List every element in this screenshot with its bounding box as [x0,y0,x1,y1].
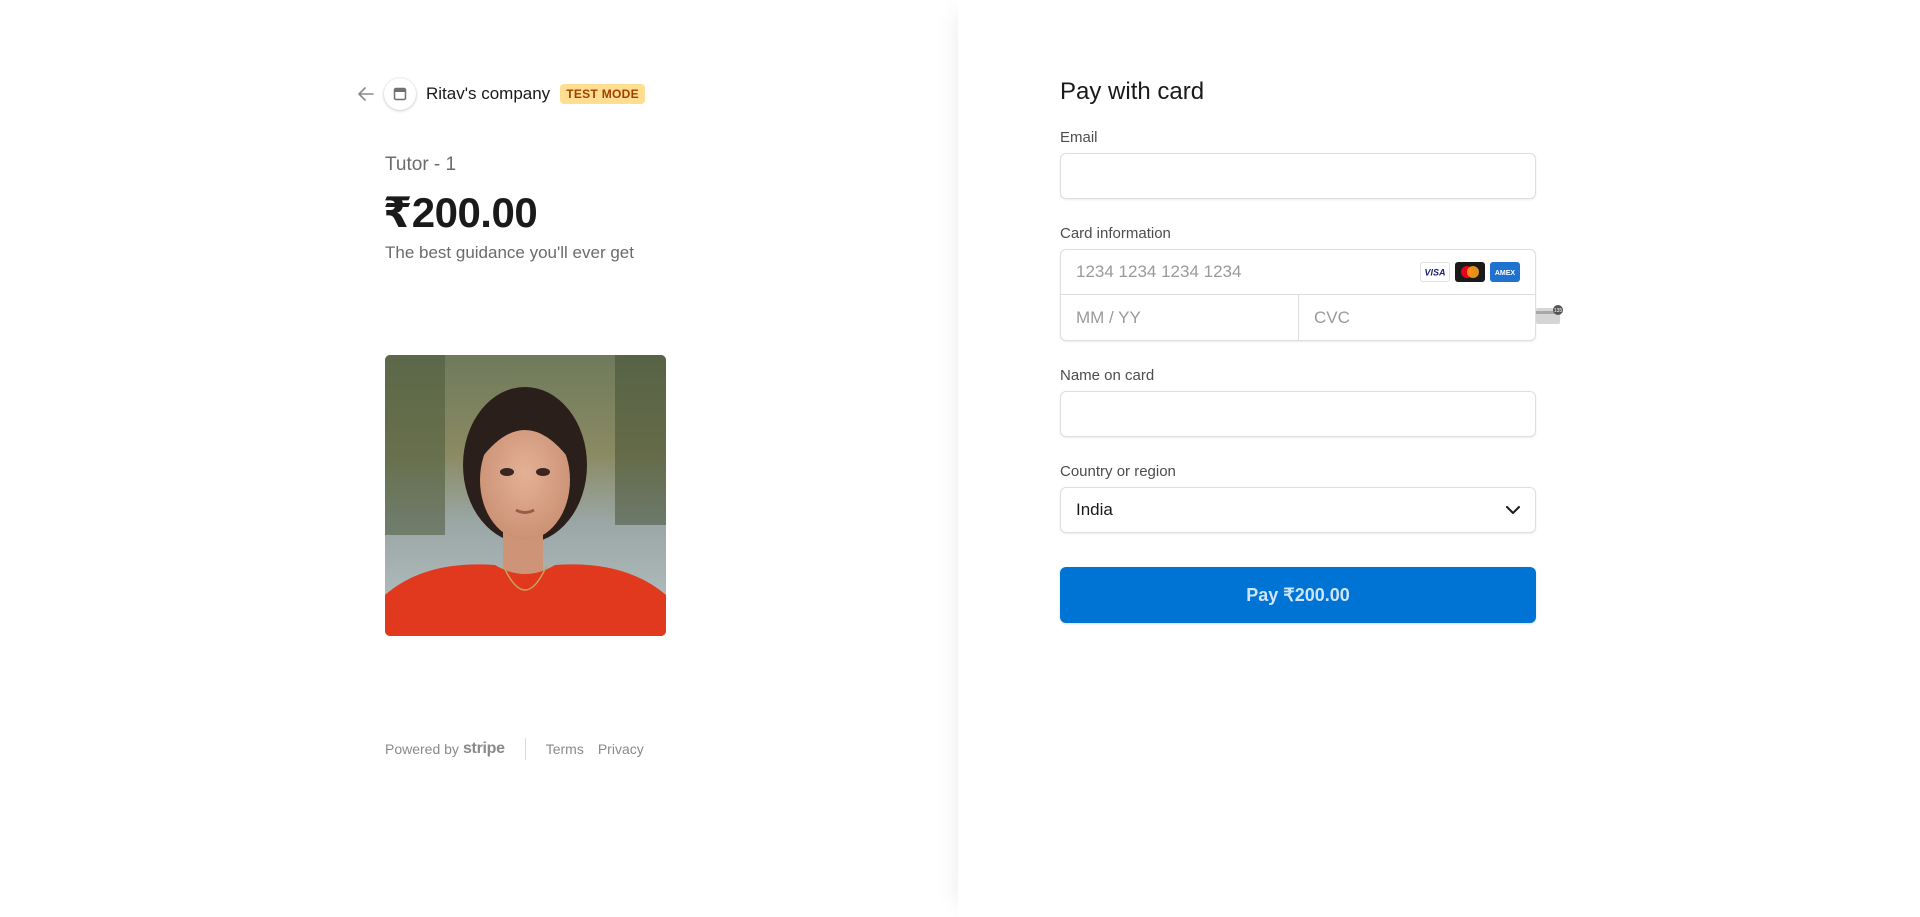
terms-link[interactable]: Terms [546,741,584,757]
payment-form: Pay with card Email Card information VIS… [1060,78,1563,623]
card-number-row: VISA AMEX [1061,250,1535,295]
email-label: Email [1060,129,1098,146]
expiry-input[interactable] [1076,307,1297,328]
privacy-link[interactable]: Privacy [598,741,644,757]
product-price: ₹200.00 [383,189,538,236]
name-on-card-field[interactable] [1060,391,1536,437]
chevron-down-icon [1506,500,1520,520]
mastercard-icon [1455,262,1485,282]
card-number-input[interactable] [1076,262,1420,282]
test-mode-badge: TEST MODE [560,84,645,104]
amex-icon: AMEX [1490,262,1520,282]
card-expiry-cvc-row: 135 [1061,295,1563,340]
country-value: India [1076,500,1113,519]
footer: Powered by stripe Terms Privacy [385,738,658,760]
country-select[interactable]: India [1060,487,1536,533]
expiry-cell [1061,295,1299,340]
powered-by-text: Powered by [385,741,459,757]
store-icon [384,78,416,110]
card-info-box: VISA AMEX 135 [1060,249,1563,341]
email-field[interactable] [1060,153,1536,199]
cvc-cell: 135 [1299,295,1580,340]
name-on-card-label: Name on card [1060,367,1155,384]
country-label: Country or region [1060,463,1176,480]
svg-text:135: 135 [1554,308,1563,314]
merchant-name: Ritav's company [426,84,551,103]
card-brands: VISA AMEX [1420,262,1520,282]
cvc-card-icon: 135 [1535,305,1565,330]
cvc-input[interactable] [1314,307,1535,328]
pay-button[interactable]: Pay ₹200.00 [1060,567,1536,623]
product-image [385,355,666,636]
stripe-logo: stripe [462,740,505,757]
powered-by[interactable]: Powered by stripe [385,740,505,758]
name-group: Name on card [1060,367,1536,437]
visa-icon: VISA [1420,262,1450,282]
merchant-header: Ritav's company TEST MODE [356,78,645,110]
svg-text:AMEX: AMEX [1495,270,1516,277]
card-group: Card information VISA AMEX [1060,225,1563,341]
country-group: Country or region India [1060,463,1536,533]
card-info-label: Card information [1060,225,1171,242]
product-name: Tutor - 1 [385,154,457,175]
form-title: Pay with card [1060,78,1205,105]
footer-divider [524,738,526,760]
svg-text:VISA: VISA [1424,268,1445,278]
order-summary-pane: Ritav's company TEST MODE Tutor - 1 ₹200… [0,0,958,917]
back-arrow-icon[interactable] [356,84,376,104]
product-description: The best guidance you'll ever get [385,243,634,262]
email-group: Email [1060,129,1536,199]
